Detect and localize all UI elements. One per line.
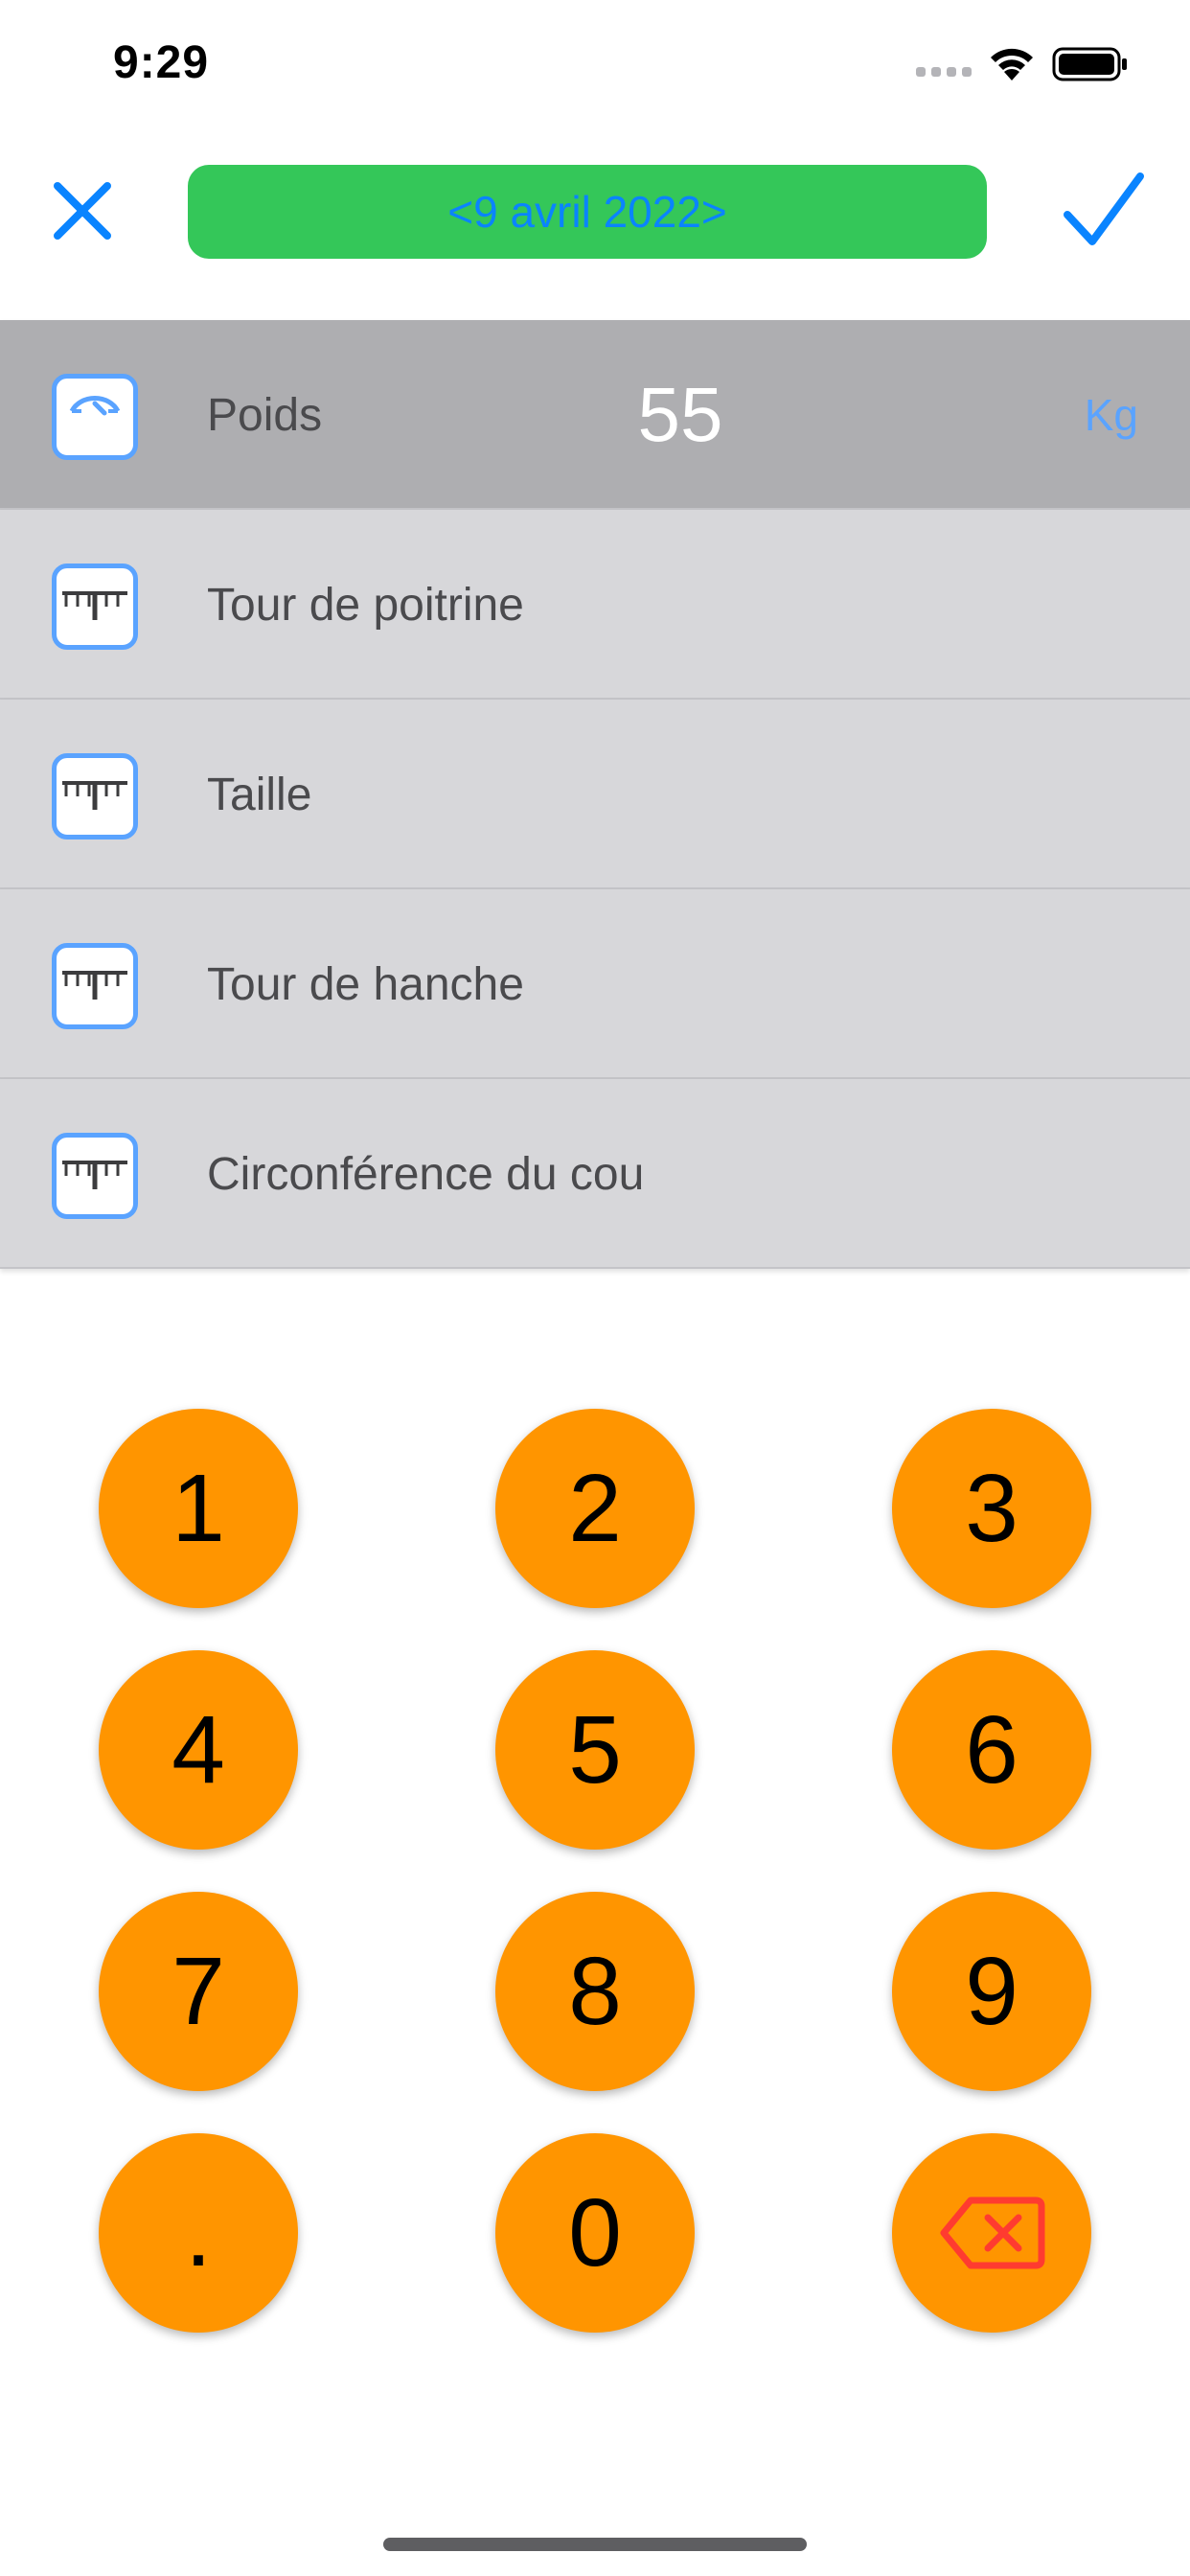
- measurement-label: Tour de poitrine: [207, 579, 524, 631]
- key-5[interactable]: 5: [495, 1650, 695, 1850]
- checkmark-icon: [1064, 172, 1144, 245]
- key-0[interactable]: 0: [495, 2133, 695, 2333]
- key-3[interactable]: 3: [892, 1409, 1091, 1608]
- ruler-icon: [52, 1133, 138, 1219]
- numeric-keypad: 1 2 3 4 5 6 7 8 9 . 0: [0, 1409, 1190, 2367]
- scale-icon: [52, 374, 138, 460]
- header: <9 avril 2022>: [0, 128, 1190, 320]
- key-label: .: [185, 2179, 212, 2287]
- status-time: 9:29: [113, 37, 210, 88]
- backspace-icon: [940, 2196, 1045, 2269]
- key-4[interactable]: 4: [99, 1650, 298, 1850]
- key-decimal[interactable]: .: [99, 2133, 298, 2333]
- key-label: 5: [568, 1696, 622, 1804]
- date-selector-button[interactable]: <9 avril 2022>: [188, 165, 987, 259]
- key-label: 8: [568, 1938, 622, 2045]
- key-label: 9: [965, 1938, 1018, 2045]
- key-6[interactable]: 6: [892, 1650, 1091, 1850]
- measurement-row-chest[interactable]: Tour de poitrine: [0, 510, 1190, 700]
- key-label: 4: [172, 1696, 225, 1804]
- signal-icon: [916, 67, 972, 77]
- key-label: 0: [568, 2179, 622, 2287]
- status-bar: 9:29: [0, 0, 1190, 128]
- key-1[interactable]: 1: [99, 1409, 298, 1608]
- ruler-icon: [52, 564, 138, 650]
- measurement-row-weight[interactable]: Poids 55 Kg: [0, 320, 1190, 510]
- key-9[interactable]: 9: [892, 1892, 1091, 2091]
- measurement-list: Poids 55 Kg Tour de poitrine Taille Tour…: [0, 320, 1190, 1269]
- wifi-icon: [991, 48, 1033, 80]
- key-7[interactable]: 7: [99, 1892, 298, 2091]
- key-label: 7: [172, 1938, 225, 2045]
- measurement-label: Poids: [207, 389, 323, 441]
- close-button[interactable]: [42, 171, 123, 251]
- measurement-label: Circonférence du cou: [207, 1148, 645, 1200]
- measurement-row-neck[interactable]: Circonférence du cou: [0, 1079, 1190, 1269]
- key-label: 2: [568, 1455, 622, 1562]
- measurement-row-waist[interactable]: Taille: [0, 700, 1190, 889]
- backspace-button[interactable]: [892, 2133, 1091, 2333]
- ruler-icon: [52, 943, 138, 1029]
- ruler-icon: [52, 753, 138, 840]
- key-8[interactable]: 8: [495, 1892, 695, 2091]
- battery-icon: [1052, 47, 1127, 81]
- measurement-row-hip[interactable]: Tour de hanche: [0, 889, 1190, 1079]
- measurement-unit: Kg: [1084, 390, 1138, 440]
- measurement-label: Tour de hanche: [207, 958, 524, 1010]
- measurement-label: Taille: [207, 769, 312, 820]
- confirm-button[interactable]: [1054, 167, 1150, 253]
- key-label: 3: [965, 1455, 1018, 1562]
- close-icon: [54, 182, 111, 240]
- key-2[interactable]: 2: [495, 1409, 695, 1608]
- key-label: 6: [965, 1696, 1018, 1804]
- home-indicator[interactable]: [383, 2538, 807, 2551]
- measurement-value: 55: [637, 372, 723, 457]
- date-label: <9 avril 2022>: [447, 187, 727, 237]
- key-label: 1: [172, 1455, 225, 1562]
